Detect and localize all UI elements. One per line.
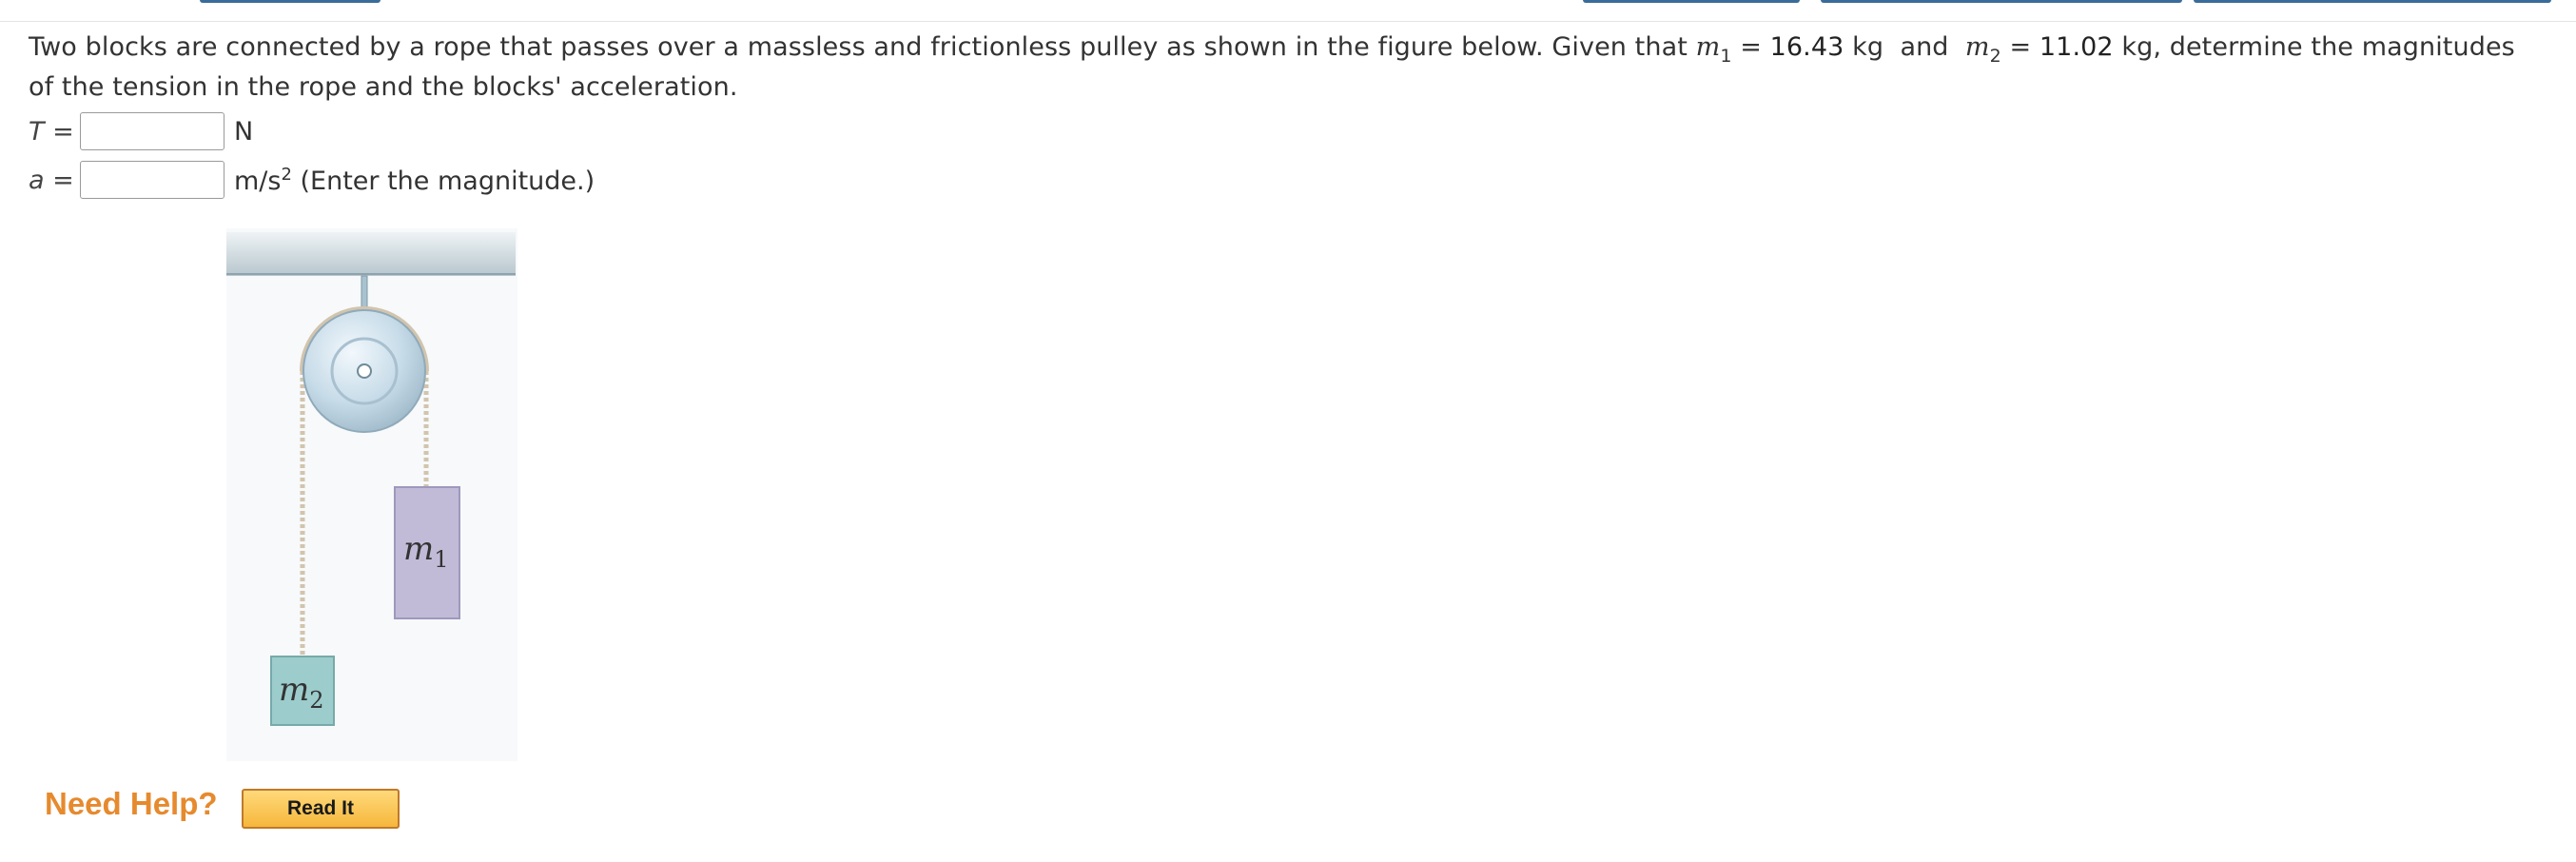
acceleration-label: a = xyxy=(29,165,74,195)
m1-unit: kg xyxy=(1844,32,1884,62)
tab-stub-4[interactable] xyxy=(2194,0,2551,3)
ceiling-beam xyxy=(226,232,516,276)
m1-symbol: m1 xyxy=(1695,32,1732,67)
pulley-figure: m1 m2 xyxy=(226,228,517,761)
acceleration-answer-row: a = m/s2 (Enter the magnitude.) xyxy=(29,158,595,202)
acceleration-input[interactable] xyxy=(80,161,224,199)
tab-stub-1[interactable] xyxy=(200,0,381,3)
equals-sign: = xyxy=(1731,32,1770,62)
top-tab-bar xyxy=(0,0,2576,22)
acceleration-unit: m/s2 (Enter the magnitude.) xyxy=(234,164,595,196)
tension-label: T = xyxy=(29,116,74,147)
problem-statement: Two blocks are connected by a rope that … xyxy=(29,29,2540,107)
m2-unit: kg, xyxy=(2113,32,2162,62)
equals-sign: = xyxy=(2000,32,2039,62)
read-it-button[interactable]: Read It xyxy=(242,789,400,829)
pulley-hub xyxy=(357,363,372,379)
m1-value: 16.43 xyxy=(1769,32,1844,62)
m2-symbol: m2 xyxy=(1964,32,2001,67)
need-help-heading: Need Help? xyxy=(45,786,218,821)
tension-input[interactable] xyxy=(80,112,224,150)
tab-stub-3[interactable] xyxy=(1821,0,2182,3)
and-text: and xyxy=(1883,32,1965,62)
tab-stub-2[interactable] xyxy=(1583,0,1800,3)
tension-answer-row: T = N xyxy=(29,109,253,153)
m2-value: 11.02 xyxy=(2039,32,2114,62)
problem-text-intro: Two blocks are connected by a rope that … xyxy=(29,32,1696,62)
tension-unit: N xyxy=(234,116,254,147)
